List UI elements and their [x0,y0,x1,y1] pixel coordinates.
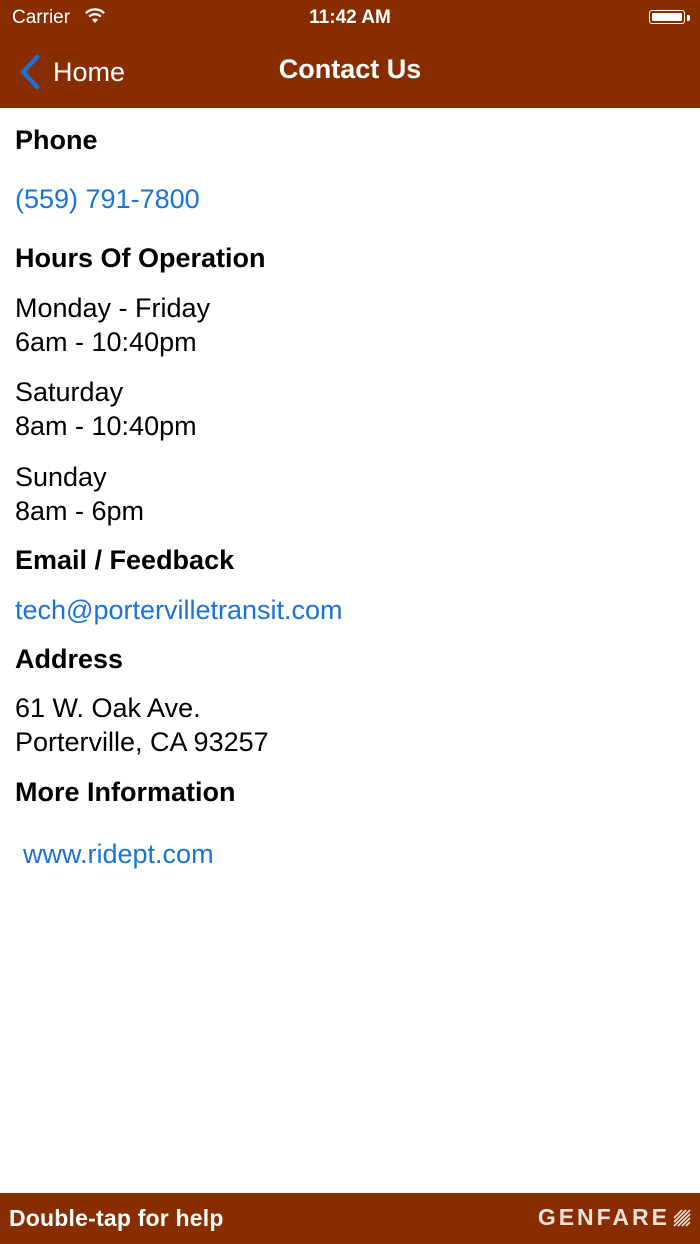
more-info-heading: More Information [15,777,236,807]
address-heading: Address [15,644,124,674]
hours-heading: Hours Of Operation [15,243,266,273]
header-bar: Carrier 11:42 AM Home Contact Us [0,0,700,108]
battery-icon [649,10,691,26]
phone-heading: Phone [15,125,98,155]
hours-weekday-time: 6am - 10:40pm [15,327,197,357]
address-line-1: 61 W. Oak Ave. [15,693,201,723]
phone-link[interactable]: (559) 791-7800 [15,184,200,215]
screen: Carrier 11:42 AM Home Contact Us Phone (… [0,0,700,1244]
email-link[interactable]: tech@portervilletransit.com [15,595,343,626]
footer-bar: Double-tap for help GENFARE [0,1193,700,1244]
status-bar: Carrier 11:42 AM [0,0,700,36]
email-heading: Email / Feedback [15,545,235,575]
website-link[interactable]: www.ridept.com [23,839,214,870]
page-title: Contact Us [278,54,422,84]
help-hint[interactable]: Double-tap for help [9,1205,224,1232]
address-line-2: Porterville, CA 93257 [15,727,269,757]
brand-mark-icon [673,1209,691,1227]
navigation-bar: Home Contact Us [0,36,700,108]
hours-saturday-time: 8am - 10:40pm [15,411,197,441]
hours-sunday-days: Sunday [15,462,107,492]
brand-logo: GENFARE [537,1204,670,1230]
hours-sunday-time: 8am - 6pm [15,496,145,526]
status-time: 11:42 AM [309,7,391,28]
hours-weekday-days: Monday - Friday [15,293,211,323]
hours-saturday-days: Saturday [15,377,124,407]
